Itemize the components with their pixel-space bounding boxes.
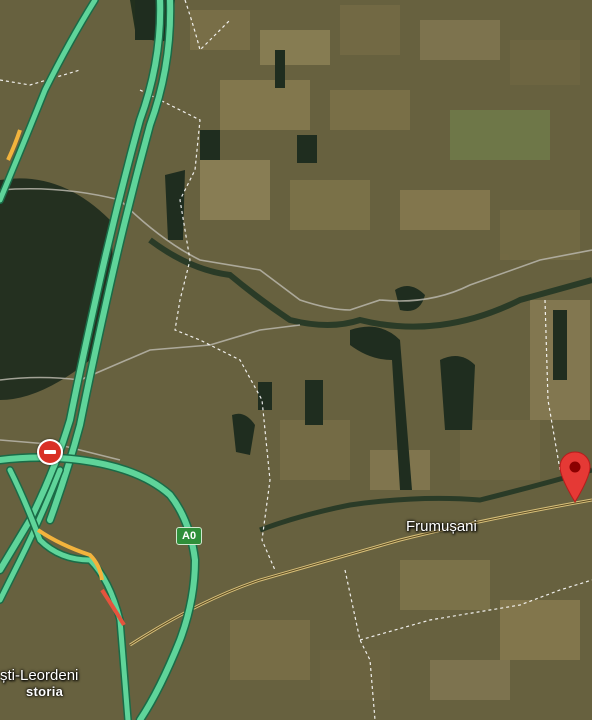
map-canvas — [0, 0, 592, 720]
satellite-map[interactable]: A0 Frumușani ști-Leordeni storia — [0, 0, 592, 720]
no-entry-icon[interactable] — [37, 439, 63, 465]
location-pin-icon[interactable] — [558, 450, 592, 504]
place-label-leordeni[interactable]: ști-Leordeni — [0, 667, 78, 684]
storia-watermark: storia — [26, 684, 64, 699]
place-label-frumusani[interactable]: Frumușani — [406, 518, 477, 535]
no-entry-icon-inner — [39, 441, 61, 463]
no-entry-bar — [44, 450, 56, 454]
road-shield-a0: A0 — [176, 527, 203, 545]
